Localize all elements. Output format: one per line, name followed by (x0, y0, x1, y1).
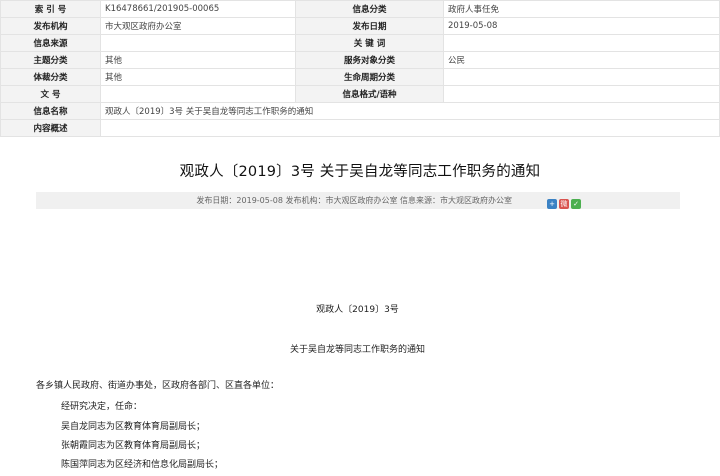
share-icons: + 微 ✓ (547, 195, 583, 212)
metadata-key: 生命周期分类 (295, 68, 444, 86)
body-line: 经研究决定，任命： (61, 402, 143, 412)
metadata-key: 发布机构 (0, 17, 101, 35)
body-line: 张朝霞同志为区教育体育局副局长； (61, 441, 206, 451)
document-number: 观政人〔2019〕3号 (316, 305, 399, 315)
salutation: 各乡镇人民政府、街道办事处，区政府各部门、区直各单位： (36, 381, 280, 391)
metadata-value: 政府人事任免 (443, 0, 720, 18)
info-name-row: 信息名称 观政人〔2019〕3号 关于吴自龙等同志工作职务的通知 (0, 102, 720, 120)
metadata-value (100, 34, 296, 52)
metadata-value (443, 68, 720, 86)
info-name-value: 观政人〔2019〕3号 关于吴自龙等同志工作职务的通知 (100, 102, 720, 120)
content-summary-row: 内容概述 (0, 119, 720, 137)
metadata-value: 其他 (100, 51, 296, 69)
metadata-key: 索 引 号 (0, 0, 101, 18)
metadata-value (443, 85, 720, 103)
share-plus-icon[interactable]: + (547, 199, 557, 209)
metadata-value: K16478661/201905-00065 (100, 0, 296, 18)
metadata-value (443, 34, 720, 52)
body-line: 吴自龙同志为区教育体育局副局长； (61, 422, 206, 432)
metadata-value: 2019-05-08 (443, 17, 720, 35)
metadata-value: 公民 (443, 51, 720, 69)
metadata-key: 信息格式/语种 (295, 85, 444, 103)
metadata-value: 其他 (100, 68, 296, 86)
metadata-table: 索 引 号 K16478661/201905-00065 信息分类 政府人事任免 发布机… (0, 0, 720, 137)
content-summary-label: 内容概述 (0, 119, 101, 137)
metadata-row: 体裁分类 其他 生命周期分类 (0, 68, 720, 86)
metadata-row: 文 号 信息格式/语种 (0, 85, 720, 103)
document-subtitle: 关于吴自龙等同志工作职务的通知 (289, 345, 425, 355)
metadata-value: 市大观区政府办公室 (100, 17, 296, 35)
metadata-key: 信息分类 (295, 0, 444, 18)
weibo-icon[interactable]: 微 (559, 199, 569, 209)
metadata-key: 发布日期 (295, 17, 444, 35)
metadata-value (100, 85, 296, 103)
content-summary-value (100, 119, 720, 137)
article-title: 观政人〔2019〕3号 关于吴自龙等同志工作职务的通知 (179, 164, 541, 180)
body-line: 陈国萍同志为区经济和信息化局副局长； (61, 460, 224, 470)
metadata-key: 体裁分类 (0, 68, 101, 86)
info-name-label: 信息名称 (0, 102, 101, 120)
wechat-icon[interactable]: ✓ (571, 199, 581, 209)
metadata-row: 发布机构 市大观区政府办公室 发布日期 2019-05-08 (0, 17, 720, 35)
metadata-key: 关 键 词 (295, 34, 444, 52)
metadata-key: 主题分类 (0, 51, 101, 69)
metadata-row: 主题分类 其他 服务对象分类 公民 (0, 51, 720, 69)
article-info: 发布日期：2019-05-08 发布机构：市大观区政府办公室 信息来源：市大观区… (196, 196, 512, 205)
metadata-row: 索 引 号 K16478661/201905-00065 信息分类 政府人事任免 (0, 0, 720, 18)
metadata-row: 信息来源 关 键 词 (0, 34, 720, 52)
metadata-key: 服务对象分类 (295, 51, 444, 69)
metadata-key: 文 号 (0, 85, 101, 103)
metadata-key: 信息来源 (0, 34, 101, 52)
article-info-bar: 发布日期：2019-05-08 发布机构：市大观区政府办公室 信息来源：市大观区… (36, 192, 680, 209)
metadata-body: 索 引 号 K16478661/201905-00065 信息分类 政府人事任免 发布机… (0, 0, 720, 137)
